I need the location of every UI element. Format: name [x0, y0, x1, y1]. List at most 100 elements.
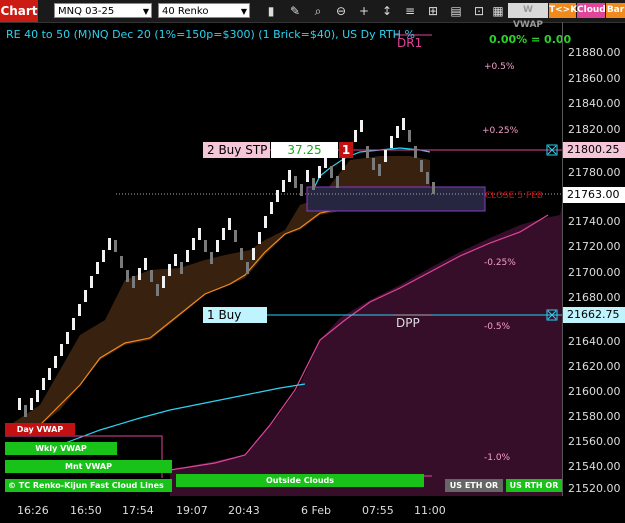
stop-order-price-offset[interactable]: 37.25	[271, 142, 338, 158]
y-tick: 21820.00	[568, 123, 621, 136]
y-tick: 21700.00	[568, 266, 621, 279]
renko-brick	[66, 332, 69, 344]
dpp-label: DPP	[396, 316, 420, 330]
renko-brick	[288, 170, 291, 182]
pct-label: +0.5%	[484, 62, 515, 72]
renko-brick	[228, 218, 231, 230]
renko-brick	[294, 176, 297, 188]
x-tick: 17:54	[122, 504, 154, 517]
renko-brick	[378, 164, 381, 176]
renko-brick	[18, 398, 21, 410]
y-tick: 21600.00	[568, 385, 621, 398]
us-rth-or-label: US RTH OR	[506, 479, 562, 492]
close-zone	[306, 186, 486, 212]
wkly-vwap-label: Wkly VWAP	[5, 442, 117, 455]
pct-label: -0.5%	[484, 322, 511, 332]
renko-brick	[210, 252, 213, 264]
renko-brick	[234, 230, 237, 242]
renko-brick	[78, 304, 81, 316]
renko-brick	[276, 190, 279, 202]
renko-brick	[42, 378, 45, 390]
renko-brick	[24, 405, 27, 417]
renko-brick	[390, 136, 393, 148]
x-tick: 07:55	[362, 504, 394, 517]
y-tick: 21780.00	[568, 166, 621, 179]
renko-brick	[336, 176, 339, 188]
y-tick: 21740.00	[568, 215, 621, 228]
renko-brick	[258, 232, 261, 244]
pct-label: +0.25%	[482, 126, 519, 136]
y-tick: 21640.00	[568, 335, 621, 348]
chart-title: RE 40 to 50 (M)NQ Dec 20 (1%=150p=$300) …	[6, 28, 415, 41]
renko-brick	[174, 254, 177, 266]
renko-brick	[162, 276, 165, 288]
renko-brick	[222, 228, 225, 240]
stop-price-marker: 21800.25	[563, 142, 625, 158]
renko-brick	[216, 240, 219, 252]
renko-brick	[72, 318, 75, 330]
day-vwap-label: Day VWAP	[5, 423, 75, 436]
renko-brick	[342, 158, 345, 170]
renko-brick	[84, 290, 87, 302]
us-eth-or-label: US ETH OR	[445, 479, 503, 492]
renko-brick	[108, 238, 111, 250]
renko-brick	[366, 146, 369, 158]
y-tick: 21560.00	[568, 435, 621, 448]
y-tick: 21720.00	[568, 240, 621, 253]
y-tick: 21860.00	[568, 72, 621, 85]
renko-brick	[282, 180, 285, 192]
renko-brick	[132, 276, 135, 288]
y-tick: 21680.00	[568, 291, 621, 304]
renko-brick	[414, 146, 417, 158]
renko-brick	[156, 284, 159, 296]
y-tick: 21580.00	[568, 410, 621, 423]
x-tick: 19:07	[176, 504, 208, 517]
renko-brick	[186, 250, 189, 262]
renko-brick	[384, 150, 387, 162]
renko-brick	[54, 356, 57, 368]
y-tick: 21840.00	[568, 97, 621, 110]
renko-brick	[204, 240, 207, 252]
stop-order-qty[interactable]: 1	[339, 142, 353, 158]
outside-clouds-label: Outside Clouds	[176, 474, 424, 487]
renko-brick	[426, 172, 429, 184]
close-label: CLOSE 5 FEB	[485, 191, 543, 201]
stop-order-tag[interactable]: 2 Buy STP	[203, 142, 270, 158]
renko-brick	[270, 202, 273, 214]
renko-brick	[138, 268, 141, 280]
renko-brick	[432, 182, 435, 194]
y-tick: 21540.00	[568, 460, 621, 473]
y-tick: 21620.00	[568, 360, 621, 373]
renko-brick	[90, 276, 93, 288]
renko-brick	[306, 170, 309, 182]
renko-brick	[312, 178, 315, 190]
pct-label: -0.25%	[484, 258, 516, 268]
x-tick: 6 Feb	[301, 504, 331, 517]
renko-brick	[198, 228, 201, 240]
pct-label: -1.0%	[484, 453, 511, 463]
renko-brick	[60, 344, 63, 356]
x-tick: 20:43	[228, 504, 260, 517]
dr1-label: DR1	[397, 36, 423, 50]
limit-price-marker: 21662.75	[563, 307, 625, 323]
renko-brick	[150, 270, 153, 282]
renko-brick	[360, 120, 363, 132]
renko-brick	[300, 184, 303, 196]
indicator-footer: © TC Renko-Kijun Fast Cloud Lines	[5, 479, 172, 492]
renko-brick	[102, 250, 105, 262]
renko-brick	[372, 158, 375, 170]
renko-brick	[420, 160, 423, 172]
last-price-marker: 21763.00	[563, 187, 625, 203]
renko-brick	[264, 216, 267, 228]
renko-brick	[318, 166, 321, 178]
renko-brick	[30, 398, 33, 410]
limit-order-tag[interactable]: 1 Buy LMT	[203, 307, 267, 338]
price-axis[interactable]	[562, 22, 625, 496]
renko-brick	[192, 238, 195, 250]
pnl-readout: 0.00% = 0.00	[489, 33, 572, 46]
y-tick: 21880.00	[568, 46, 621, 59]
renko-brick	[48, 368, 51, 380]
mnt-vwap-label: Mnt VWAP	[5, 460, 172, 473]
renko-brick	[114, 240, 117, 252]
renko-brick	[402, 118, 405, 130]
